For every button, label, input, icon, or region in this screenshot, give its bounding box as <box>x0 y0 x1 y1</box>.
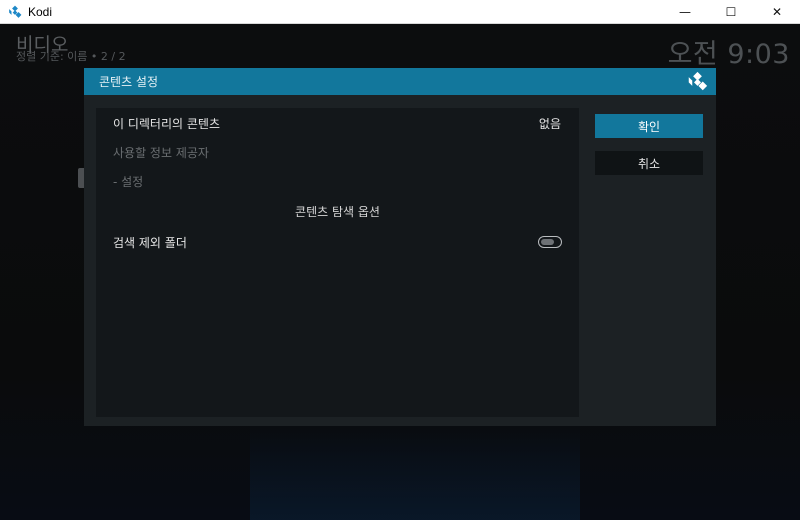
window-controls: — ☐ ✕ <box>662 0 800 24</box>
dialog-title: 콘텐츠 설정 <box>99 75 159 89</box>
window-titlebar: Kodi — ☐ ✕ <box>0 0 800 24</box>
kodi-logo-icon <box>8 5 22 19</box>
setting-provider-settings: - 설정 <box>96 170 579 192</box>
minimize-button[interactable]: — <box>662 0 708 24</box>
dialog-header: 콘텐츠 설정 <box>84 68 716 95</box>
setting-content-type[interactable]: 이 디렉터리의 콘텐츠 없음 <box>96 112 579 134</box>
setting-value: 없음 <box>538 117 561 131</box>
kodi-logo-icon <box>687 71 708 92</box>
cancel-button[interactable]: 취소 <box>595 151 703 175</box>
sort-status: 정렬 기준: 이름 • 2 / 2 <box>16 50 126 63</box>
setting-info-provider: 사용할 정보 제공자 <box>96 141 579 163</box>
setting-label: 사용할 정보 제공자 <box>113 146 209 160</box>
setting-label: - 설정 <box>113 175 144 189</box>
section-header: 콘텐츠 탐색 옵션 <box>295 205 380 219</box>
background-glow <box>250 424 580 520</box>
setting-label: 검색 제외 폴더 <box>113 236 187 250</box>
setting-label: 이 디렉터리의 콘텐츠 <box>113 117 220 131</box>
settings-list: 이 디렉터리의 콘텐츠 없음 사용할 정보 제공자 - 설정 콘텐츠 탐색 옵션… <box>96 108 579 417</box>
content-settings-dialog: 콘텐츠 설정 이 디렉터리의 콘텐츠 없음 사용할 정보 제공자 - 설정 콘텐… <box>84 68 716 426</box>
maximize-button[interactable]: ☐ <box>708 0 754 24</box>
exclude-folder-toggle[interactable] <box>538 236 562 248</box>
toggle-knob <box>541 239 554 245</box>
setting-exclude-folder[interactable]: 검색 제외 폴더 <box>96 231 579 253</box>
window-title: Kodi <box>28 4 53 19</box>
clock: 오전 9:03 <box>667 39 790 70</box>
close-button[interactable]: ✕ <box>754 0 800 24</box>
ok-button[interactable]: 확인 <box>595 114 703 138</box>
